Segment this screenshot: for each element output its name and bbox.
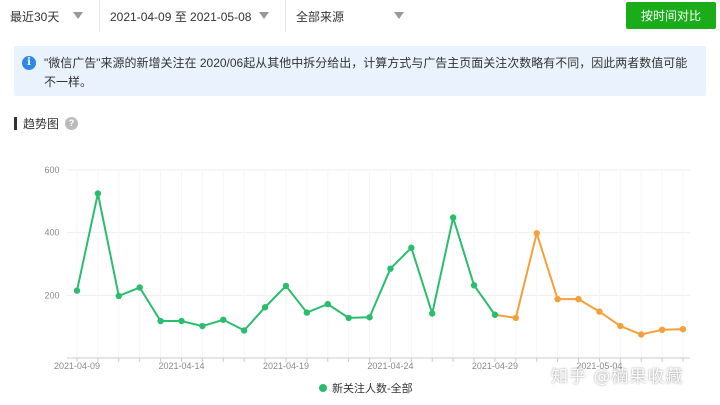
data-point [261, 304, 269, 311]
legend-marker [319, 384, 327, 392]
info-notice: i "微信广告"来源的新增关注在 2020/06起从其他中拆分给出，计算方式与广… [14, 46, 706, 96]
data-point [408, 244, 415, 251]
watermark: 知乎 @楠果收藏 [551, 367, 684, 387]
data-point [178, 317, 185, 325]
notice-text: "微信广告"来源的新增关注在 2020/06起从其他中拆分给出，计算方式与广告主… [44, 56, 688, 89]
y-tick-label: 600 [44, 165, 59, 175]
source-select[interactable]: 全部来源 [286, 0, 420, 32]
x-tick-label: 2021-04-24 [367, 361, 413, 371]
data-point [199, 322, 206, 330]
data-point [366, 314, 373, 321]
data-point [554, 295, 561, 303]
data-point [679, 325, 687, 333]
data-point [533, 230, 540, 237]
data-point [470, 282, 478, 289]
data-point [429, 310, 436, 317]
section-title: 趋势图 ? [14, 115, 79, 131]
data-point [220, 316, 227, 323]
legend-label: 新关注人数-全部 [332, 381, 413, 395]
data-point [282, 282, 290, 290]
date-range-picker[interactable]: 2021-04-09 至 2021-05-08 [100, 0, 286, 32]
data-point [324, 300, 331, 308]
chevron-down-icon [259, 12, 269, 19]
data-point [157, 317, 164, 325]
x-tick-label: 2021-04-14 [158, 361, 204, 371]
data-point [512, 314, 520, 322]
source-select-value: 全部来源 [296, 9, 345, 24]
data-point [303, 309, 311, 316]
data-point [658, 326, 666, 333]
compare-by-time-button[interactable]: 按时间对比 [626, 2, 716, 29]
data-point [94, 190, 102, 197]
y-tick-label: 400 [44, 228, 59, 238]
data-point [617, 322, 624, 330]
info-icon: i [22, 56, 36, 70]
data-point [240, 327, 248, 334]
date-range-value: 2021-04-09 至 2021-05-08 [110, 9, 252, 24]
series-line-highlighted [494, 229, 684, 336]
data-point [345, 314, 352, 322]
data-point [575, 295, 582, 303]
data-point [449, 214, 457, 221]
help-icon[interactable]: ? [65, 116, 79, 130]
title-bar-decoration [14, 116, 17, 130]
data-point [115, 292, 122, 300]
data-point [136, 284, 143, 291]
x-tick-label: 2021-04-09 [54, 361, 100, 371]
x-tick-label: 2021-04-29 [472, 361, 518, 371]
range-select[interactable]: 最近30天 [0, 0, 100, 32]
chevron-down-icon [73, 12, 83, 19]
y-tick-label: 200 [44, 290, 59, 300]
range-select-value: 最近30天 [10, 9, 60, 24]
trend-chart-title: 趋势图 [23, 116, 60, 131]
data-point [638, 331, 645, 338]
x-tick-label: 2021-04-19 [263, 361, 309, 371]
data-point [596, 308, 603, 315]
data-point [73, 287, 81, 294]
filter-toolbar: 最近30天 2021-04-09 至 2021-05-08 全部来源 按时间对比 [0, 0, 720, 32]
data-point [491, 311, 499, 318]
data-point [387, 265, 394, 272]
chevron-down-icon [394, 12, 404, 19]
